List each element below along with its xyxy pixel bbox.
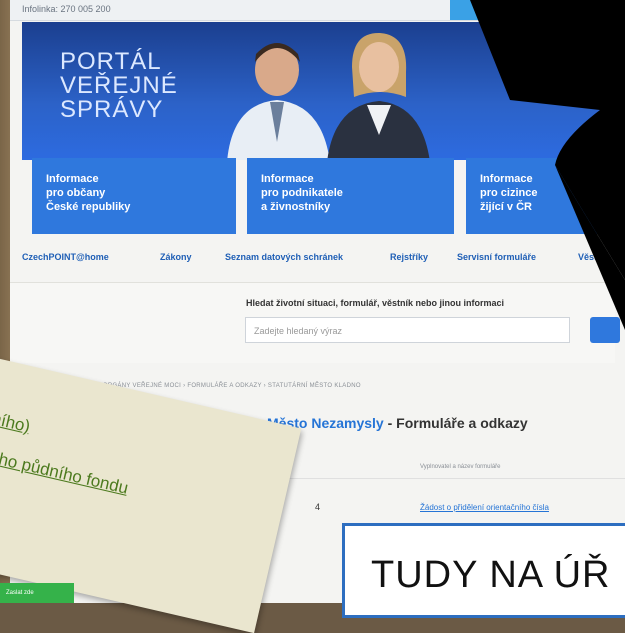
czechpoint-tab[interactable]: Czech POINT <box>450 0 625 20</box>
portal-logo-title[interactable]: PORTÁL VEŘEJNÉ SPRÁVY <box>60 50 178 122</box>
tile-line: Informace <box>480 173 533 185</box>
tile-line: pro podnikatele <box>261 187 343 199</box>
nav-datove-schranky[interactable]: Seznam datových schránek <box>225 252 343 262</box>
tile-line: žijící v ČR <box>480 201 532 213</box>
search-input[interactable]: Zadejte hledaný výraz <box>245 317 570 343</box>
search-section: Hledat životní situaci, formulář, věstní… <box>10 282 620 363</box>
tile-line: a živnostníky <box>261 201 331 213</box>
nav-servisni-formulare[interactable]: Servisní formuláře <box>457 252 536 262</box>
tile-entrepreneurs[interactable]: Informace pro podnikatele a živnostníky <box>247 158 454 234</box>
czechpoint-label: Czech POINT <box>542 4 599 14</box>
tile-line: pro cizince <box>480 187 538 199</box>
row-number: 4 <box>315 502 321 512</box>
hotline-text: Infolinka: 270 005 200 <box>22 4 111 14</box>
hero-title-line: PORTÁL <box>60 48 162 75</box>
tile-line: České republiky <box>46 201 131 213</box>
tile-line: Informace <box>261 173 314 185</box>
sign-text: TUDY NA ÚŘ <box>371 554 611 596</box>
tile-foreigners[interactable]: Informace pro cizince žijící v ČR <box>466 158 625 234</box>
toggle-icon[interactable] <box>510 5 536 15</box>
title-rest: - Formuláře a odkazy <box>383 415 528 431</box>
nav-zakony[interactable]: Zákony <box>160 252 192 262</box>
table-header: Vyplnovatel a název formuláře <box>420 464 501 470</box>
green-button[interactable]: Zaslat zde <box>0 583 74 603</box>
tile-line: Informace <box>46 173 99 185</box>
form-link[interactable]: Žádost o přidělení orientačního čísla <box>420 503 549 512</box>
direction-sign: TUDY NA ÚŘ <box>342 523 625 618</box>
top-bar: Infolinka: 270 005 200 Czech POINT <box>10 0 625 21</box>
nav-rejstriky[interactable]: Rejstříky <box>390 252 428 262</box>
woman-photo <box>327 32 430 160</box>
hero-banner: PORTÁL VEŘEJNÉ SPRÁVY <box>22 22 615 160</box>
page-title: Město Nezamysly - Formuláře a odkazy <box>267 415 528 431</box>
nav-czechpoint-home[interactable]: CzechPOINT@home <box>22 252 109 262</box>
tile-citizens[interactable]: Informace pro občany České republiky <box>32 158 236 234</box>
note-line-1: čního) <box>0 407 33 437</box>
nav-vestnik[interactable]: Věstník <box>578 252 610 262</box>
info-tiles: Informace pro občany České republiky Inf… <box>22 158 625 234</box>
table-divider <box>250 478 625 479</box>
search-button[interactable] <box>590 317 620 343</box>
tile-line: pro občany <box>46 187 106 199</box>
search-label: Hledat životní situaci, formulář, věstní… <box>246 298 505 308</box>
hero-title-line: SPRÁVY <box>60 96 164 123</box>
main-nav: CzechPOINT@home Zákony Seznam datových s… <box>10 246 615 270</box>
hero-title-line: VEŘEJNÉ <box>60 72 178 99</box>
man-photo <box>227 43 330 160</box>
note-line-2: lského půdního fondu <box>0 442 131 498</box>
